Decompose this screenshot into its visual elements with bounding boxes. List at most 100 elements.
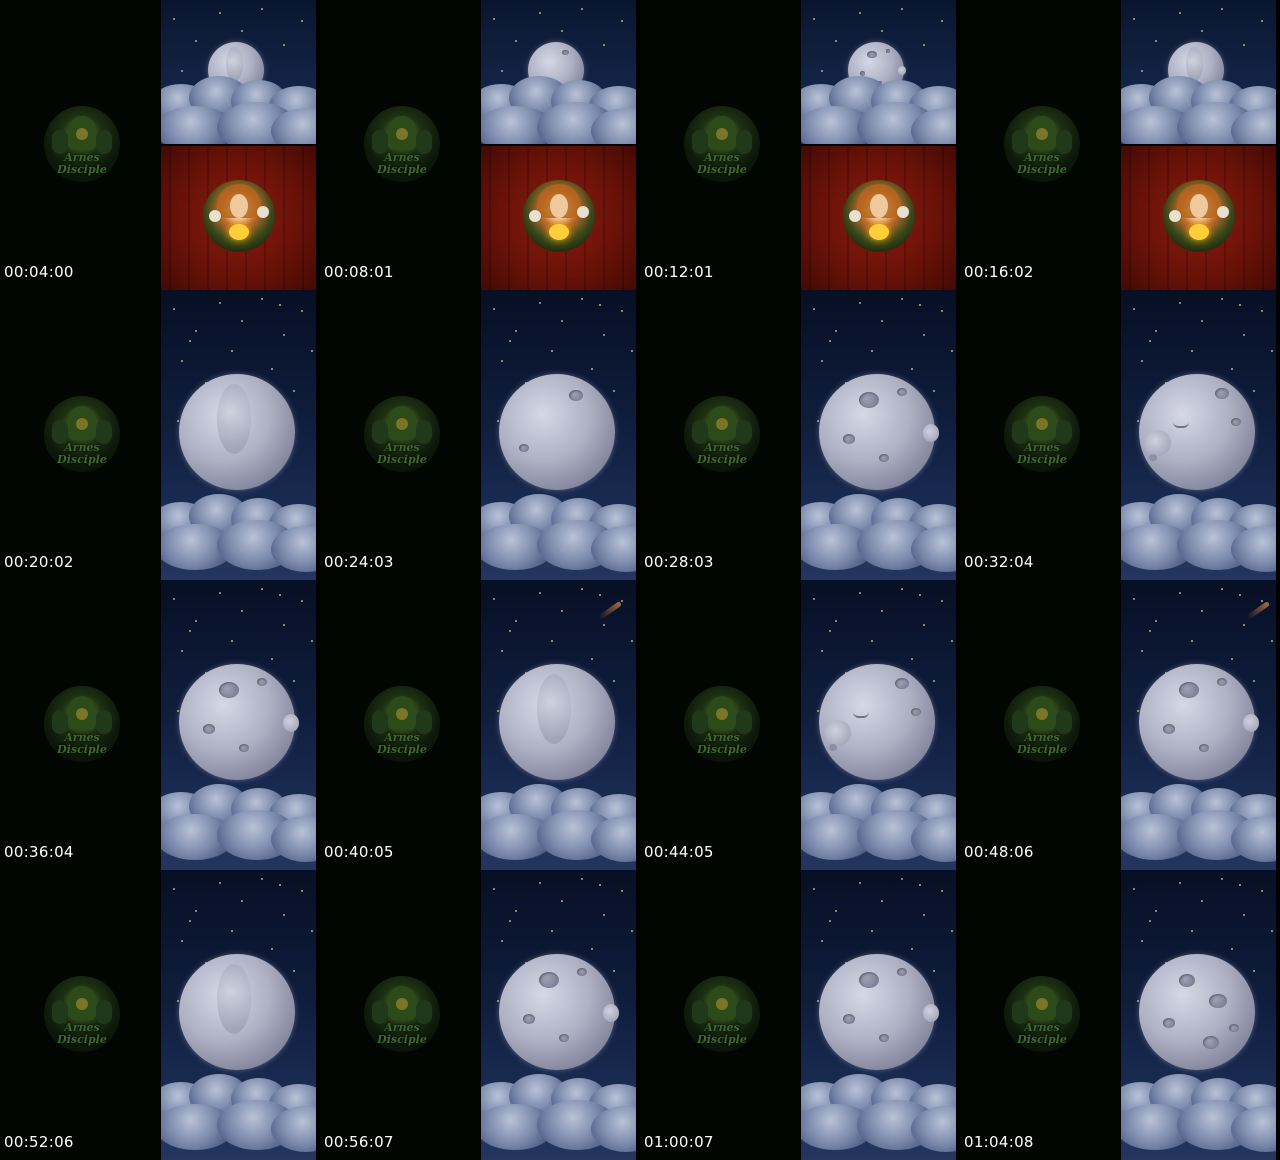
curtain-pane <box>481 146 636 290</box>
moon-crater <box>1179 682 1199 698</box>
star <box>1155 330 1157 332</box>
video-frame <box>801 580 956 870</box>
star <box>539 12 541 14</box>
star <box>195 40 197 42</box>
star <box>1155 40 1157 42</box>
moon-lips <box>829 744 837 751</box>
moon <box>179 954 295 1070</box>
thumbnail[interactable]: Arnes Disciple 01:04:08 <box>960 870 1280 1160</box>
star <box>1141 940 1143 942</box>
timestamp: 00:44:05 <box>644 843 714 861</box>
star <box>293 680 295 682</box>
meteor <box>1245 600 1271 621</box>
star <box>1253 970 1255 972</box>
star <box>933 680 935 682</box>
star <box>1141 360 1143 362</box>
star <box>1191 640 1193 642</box>
curtain-fold <box>302 146 304 290</box>
thumbnail[interactable]: Arnes Disciple 00:12:01 <box>640 0 960 290</box>
star <box>1221 878 1223 880</box>
portrait-medallion <box>1163 180 1235 252</box>
mask-icon <box>76 128 88 140</box>
star <box>219 592 221 594</box>
star <box>817 420 819 422</box>
star <box>1141 70 1143 72</box>
thumbnail[interactable]: Arnes Disciple 01:00:07 <box>640 870 960 1160</box>
logo-text-line2: Disciple <box>1017 163 1067 176</box>
mask-icon <box>1036 708 1048 720</box>
star <box>1201 900 1203 902</box>
thumbnail[interactable]: Arnes Disciple 00:20:02 <box>0 290 320 580</box>
curtain-fold <box>923 146 925 290</box>
star <box>279 594 281 596</box>
sky-pane <box>1121 870 1276 1160</box>
star <box>621 600 623 602</box>
curtain-pane <box>1121 146 1276 290</box>
logo-pane: Arnes Disciple 00:36:04 <box>0 580 160 870</box>
sky-pane <box>801 870 956 1160</box>
thumbnail[interactable]: Arnes Disciple 00:40:05 <box>320 580 640 870</box>
sky-pane <box>161 580 316 870</box>
thumbnail[interactable]: Arnes Disciple 00:04:00 <box>0 0 320 290</box>
star <box>613 680 615 682</box>
star <box>509 340 511 342</box>
star <box>195 910 197 912</box>
video-frame <box>801 870 956 1160</box>
thumbnail[interactable]: Arnes Disciple 00:08:01 <box>320 0 640 290</box>
thumbnail[interactable]: Arnes Disciple 00:16:02 <box>960 0 1280 290</box>
thumbnail[interactable]: Arnes Disciple 00:48:06 <box>960 580 1280 870</box>
star <box>195 330 197 332</box>
timestamp: 00:20:02 <box>4 553 74 571</box>
thumbnail[interactable]: Arnes Disciple 00:24:03 <box>320 290 640 580</box>
girl-face <box>230 194 248 218</box>
star <box>1133 308 1135 310</box>
moon-crater <box>879 1034 889 1042</box>
thumbnail[interactable]: Arnes Disciple 00:32:04 <box>960 290 1280 580</box>
star <box>195 620 197 622</box>
curtain-pane <box>801 146 956 290</box>
star <box>591 658 593 660</box>
star <box>1137 1000 1139 1002</box>
star <box>1191 930 1193 932</box>
sky-pane <box>1121 0 1276 144</box>
mask-icon <box>1036 128 1048 140</box>
thumbnail[interactable]: Arnes Disciple 00:56:07 <box>320 870 640 1160</box>
thumbnail[interactable]: Arnes Disciple 00:36:04 <box>0 580 320 870</box>
moon <box>1139 664 1259 780</box>
flower-icon <box>577 206 589 218</box>
star <box>621 890 623 892</box>
video-frame <box>481 870 636 1160</box>
star <box>261 298 263 300</box>
star <box>177 1000 179 1002</box>
logo-text-line2: Disciple <box>377 1033 427 1046</box>
thumbnail-grid: Arnes Disciple 00:04:00 Arnes Disciple 00:08:… <box>0 0 1280 1160</box>
moon-crater <box>897 968 907 976</box>
thumbnail[interactable]: Arnes Disciple 00:28:03 <box>640 290 960 580</box>
timestamp: 00:04:00 <box>4 263 74 281</box>
curtain-fold <box>809 146 811 290</box>
flower-icon <box>209 210 221 222</box>
star <box>173 308 175 310</box>
sky-pane <box>481 870 636 1160</box>
star <box>919 594 921 596</box>
lantern-icon <box>549 224 569 240</box>
channel-logo: Arnes Disciple <box>684 686 760 762</box>
sky-pane <box>161 0 316 144</box>
star <box>241 320 243 322</box>
star <box>1155 620 1157 622</box>
thumbnail[interactable]: Arnes Disciple 00:44:05 <box>640 580 960 870</box>
star <box>923 334 925 336</box>
star <box>1261 310 1263 312</box>
star <box>835 910 837 912</box>
star <box>283 914 285 916</box>
star <box>1271 350 1273 352</box>
star <box>1179 592 1181 594</box>
star <box>493 598 495 600</box>
moon <box>1139 374 1255 490</box>
flower-icon <box>897 206 909 218</box>
logo-pane: Arnes Disciple 00:16:02 <box>960 0 1120 290</box>
star <box>591 368 593 370</box>
star <box>1137 420 1139 422</box>
thumbnail[interactable]: Arnes Disciple 00:52:06 <box>0 870 320 1160</box>
moon-crater <box>1215 388 1229 400</box>
